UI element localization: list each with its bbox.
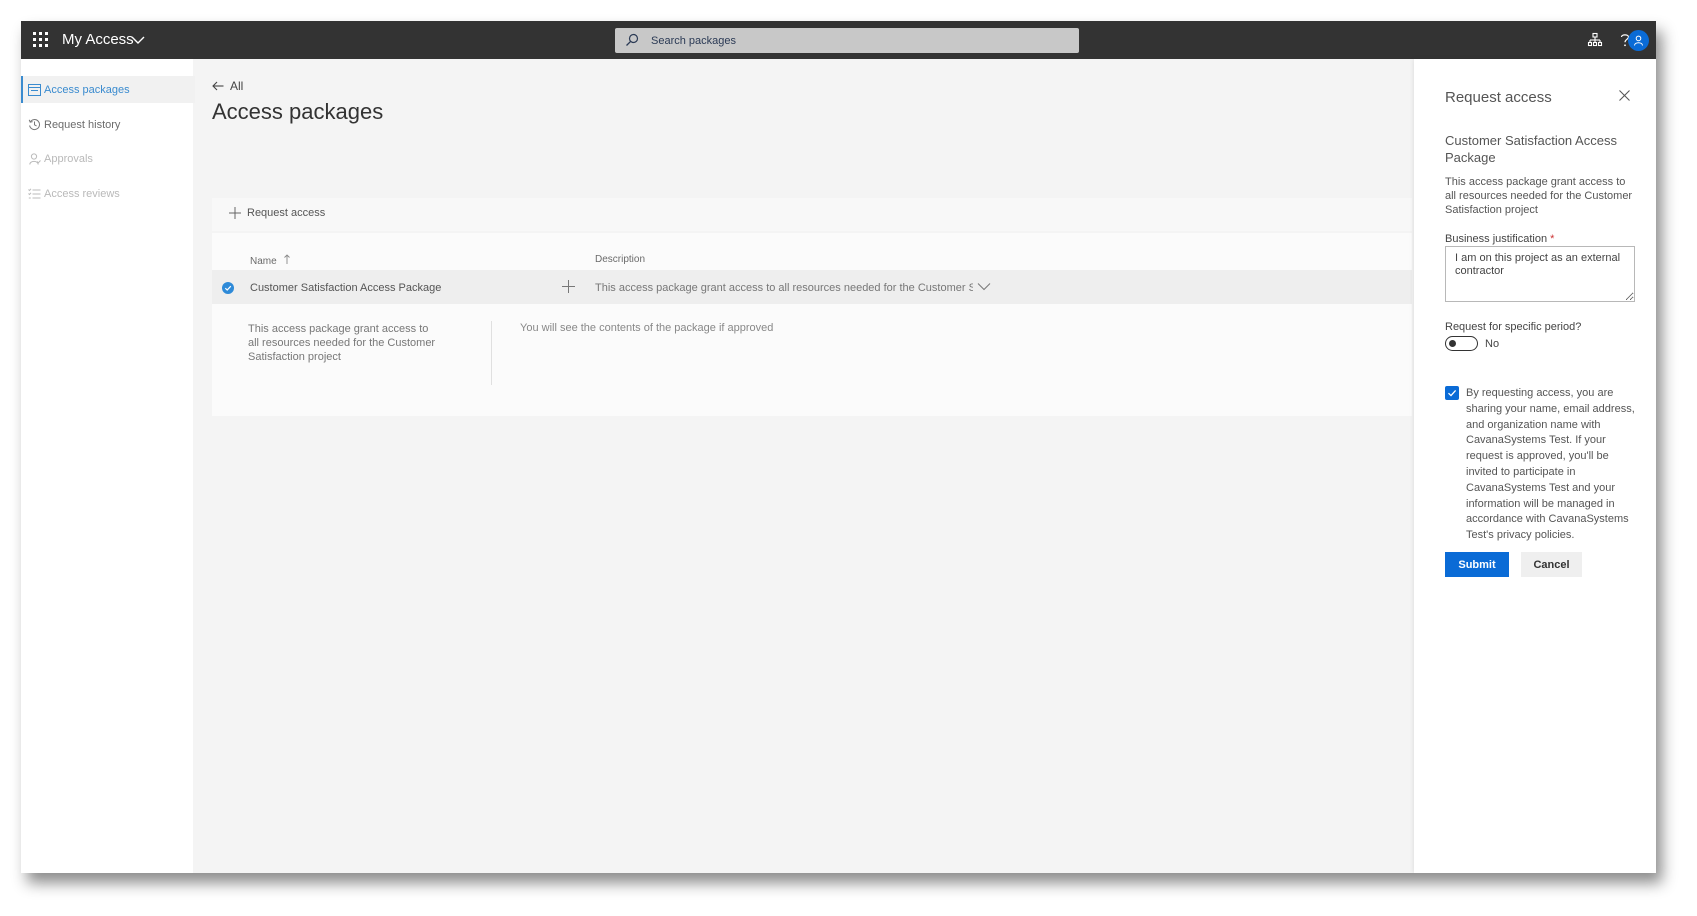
add-plus-icon[interactable] [562, 280, 575, 293]
sidebar-item-access-reviews[interactable]: Access reviews [21, 180, 193, 207]
search-icon [626, 33, 639, 46]
chevron-down-icon[interactable] [131, 33, 145, 47]
selected-check-icon[interactable] [222, 282, 234, 294]
consent-checkbox[interactable] [1445, 386, 1459, 400]
specific-period-label: Request for specific period? [1445, 321, 1582, 333]
row-package-description: This access package grant access to all … [595, 282, 973, 294]
sidebar-item-access-packages[interactable]: Access packages [21, 76, 195, 103]
sidebar-item-label: Request history [44, 118, 121, 131]
row-package-name: Customer Satisfaction Access Package [250, 282, 442, 294]
package-icon [28, 83, 41, 96]
panel-package-description: This access package grant access to all … [1445, 176, 1633, 216]
avatar[interactable] [1628, 30, 1649, 51]
required-marker: * [1550, 233, 1555, 245]
sidebar: Access packages Request history Approval… [21, 59, 195, 873]
search-input[interactable] [651, 32, 1051, 49]
back-arrow-icon [212, 81, 224, 91]
business-justification-field[interactable]: I am on this project as an external cont… [1445, 246, 1635, 302]
app-launcher-icon[interactable] [33, 32, 48, 47]
panel-package-name: Customer Satisfaction Access Package [1445, 133, 1617, 165]
panel-title: Request access [1445, 89, 1552, 106]
sidebar-item-label: Access reviews [44, 187, 120, 200]
back-link-label: All [230, 79, 244, 93]
user-icon [1634, 35, 1643, 46]
package-detail-description: This access package grant access to all … [248, 323, 436, 363]
person-icon [28, 152, 41, 165]
cancel-button[interactable]: Cancel [1521, 552, 1582, 577]
back-link[interactable]: All [212, 79, 243, 93]
justification-label: Business justification * [1445, 233, 1554, 245]
request-access-label: Request access [247, 207, 326, 219]
checkmark-icon [1448, 389, 1457, 397]
sidebar-item-approvals[interactable]: Approvals [21, 145, 193, 172]
column-header-name-label: Name [250, 256, 277, 267]
checklist-icon [28, 187, 41, 200]
column-header-description[interactable]: Description [595, 254, 645, 265]
request-access-button[interactable]: Request access [229, 207, 325, 219]
command-bar: Request access [212, 198, 1412, 231]
history-icon [28, 118, 41, 131]
request-access-panel: Request access Customer Satisfaction Acc… [1414, 59, 1656, 873]
org-chart-icon[interactable] [1587, 32, 1603, 48]
consent-text: By requesting access, you are sharing yo… [1466, 387, 1635, 542]
detail-divider [491, 321, 492, 385]
top-bar: My Access [21, 21, 1656, 59]
package-list: Name Description Customer Satisfaction A… [212, 233, 1412, 416]
toggle-knob [1449, 340, 1456, 347]
sidebar-item-request-history[interactable]: Request history [21, 111, 193, 138]
plus-icon [229, 207, 241, 219]
app-window: My Access Search packages Access package… [21, 21, 1656, 873]
column-header-name[interactable]: Name [250, 254, 291, 267]
sidebar-item-label: Access packages [44, 83, 130, 96]
expand-chevron-icon[interactable] [977, 282, 991, 291]
submit-button[interactable]: Submit [1445, 552, 1509, 577]
specific-period-value: No [1485, 338, 1500, 350]
package-contents-note: You will see the contents of the package… [520, 322, 774, 334]
sidebar-item-label: Approvals [44, 152, 93, 165]
specific-period-toggle[interactable] [1445, 336, 1478, 351]
justification-label-text: Business justification [1445, 233, 1548, 245]
search-box[interactable] [615, 28, 1079, 53]
close-icon[interactable] [1619, 90, 1630, 101]
app-title[interactable]: My Access [62, 31, 134, 48]
table-row[interactable]: Customer Satisfaction Access Package Thi… [212, 270, 1412, 304]
sort-up-arrow-icon [284, 254, 291, 264]
page-title: Access packages [212, 99, 384, 124]
